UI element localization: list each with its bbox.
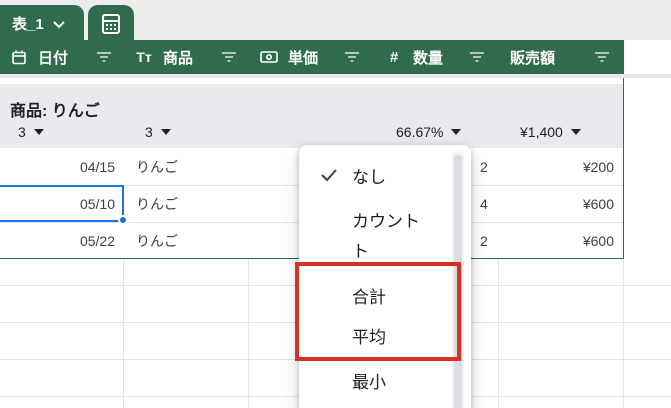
filter-icon[interactable] [594, 50, 610, 64]
caret-down-icon [451, 129, 462, 135]
cell-quantity[interactable]: 2 [480, 222, 488, 259]
group-title: 商品: りんご [10, 103, 100, 120]
group-header: 商品: りんご 3 3 66.67% ¥1,400 [0, 84, 624, 148]
aggregate-value: 3 [145, 124, 153, 140]
column-header-item[interactable]: Tт 商品 [135, 40, 248, 74]
aggregate-date[interactable]: 3 [18, 124, 44, 140]
aggregate-item[interactable]: 3 [145, 124, 171, 140]
cell-item[interactable]: りんご [136, 222, 178, 259]
column-name: 単価 [288, 49, 319, 67]
table-name-label: 表_1 [12, 16, 44, 33]
menu-item-count[interactable]: カウント [299, 207, 459, 233]
column-header-sales[interactable]: 販売額 [500, 40, 624, 74]
grid-line [123, 258, 124, 408]
cell-sales[interactable]: ¥600 [500, 185, 614, 222]
text-type-icon: Tт [136, 49, 152, 65]
menu-item-label: 最小 [352, 373, 386, 392]
column-header-quantity[interactable]: # 数量 [385, 40, 498, 74]
aggregate-value: 66.67% [396, 124, 444, 140]
column-name: 日付 [38, 49, 69, 67]
column-name: 商品 [163, 49, 194, 67]
calculator-tab[interactable] [88, 5, 134, 42]
cell-quantity[interactable]: 4 [480, 185, 488, 222]
chevron-down-icon [52, 20, 65, 28]
menu-item-none[interactable]: なし [299, 163, 459, 189]
filter-icon[interactable] [344, 50, 360, 64]
header-divider [0, 74, 671, 78]
cell-sales[interactable]: ¥600 [500, 222, 614, 259]
caret-down-icon [33, 129, 44, 135]
column-header-price[interactable]: 単価 [260, 40, 373, 74]
cell-item[interactable]: りんご [136, 185, 178, 222]
menu-item-label: カウント [352, 212, 420, 231]
menu-item-min[interactable]: 最小 [299, 368, 459, 394]
column-name: 数量 [413, 49, 444, 67]
table-border-right [623, 78, 624, 258]
column-name: 販売額 [510, 49, 556, 67]
calendar-icon [10, 48, 28, 66]
column-header-row: 日付 Tт 商品 単価 # 数量 販売額 [0, 40, 624, 74]
menu-item-label: なし [352, 168, 386, 187]
grid-line [248, 258, 249, 408]
caret-down-icon [160, 129, 171, 135]
cell-quantity[interactable]: 2 [480, 148, 488, 185]
fill-handle[interactable] [118, 215, 128, 225]
aggregate-value: 3 [18, 124, 26, 140]
column-header-date[interactable]: 日付 [10, 40, 123, 74]
filter-icon[interactable] [469, 50, 485, 64]
selected-cell[interactable] [0, 185, 124, 222]
grid-line [623, 258, 624, 408]
cell-date[interactable]: 04/15 [0, 148, 115, 185]
cell-item[interactable]: りんご [136, 148, 178, 185]
aggregate-sales[interactable]: ¥1,400 [520, 124, 581, 140]
check-icon [321, 169, 337, 182]
filter-icon[interactable] [221, 50, 237, 64]
caret-down-icon [570, 129, 581, 135]
cell-sales[interactable]: ¥200 [500, 148, 614, 185]
menu-item-count-wrap[interactable]: ト [299, 237, 459, 263]
table-name-tab[interactable]: 表_1 [0, 5, 84, 42]
cell-date[interactable]: 05/22 [0, 222, 115, 259]
calculator-icon [102, 13, 120, 34]
filter-icon[interactable] [96, 50, 112, 64]
highlight-box [295, 262, 461, 361]
menu-item-label: ト [352, 242, 369, 261]
money-icon [260, 48, 278, 66]
aggregate-quantity[interactable]: 66.67% [396, 124, 462, 140]
grid-line [498, 258, 499, 408]
number-icon: # [389, 48, 399, 66]
aggregate-value: ¥1,400 [520, 124, 563, 140]
